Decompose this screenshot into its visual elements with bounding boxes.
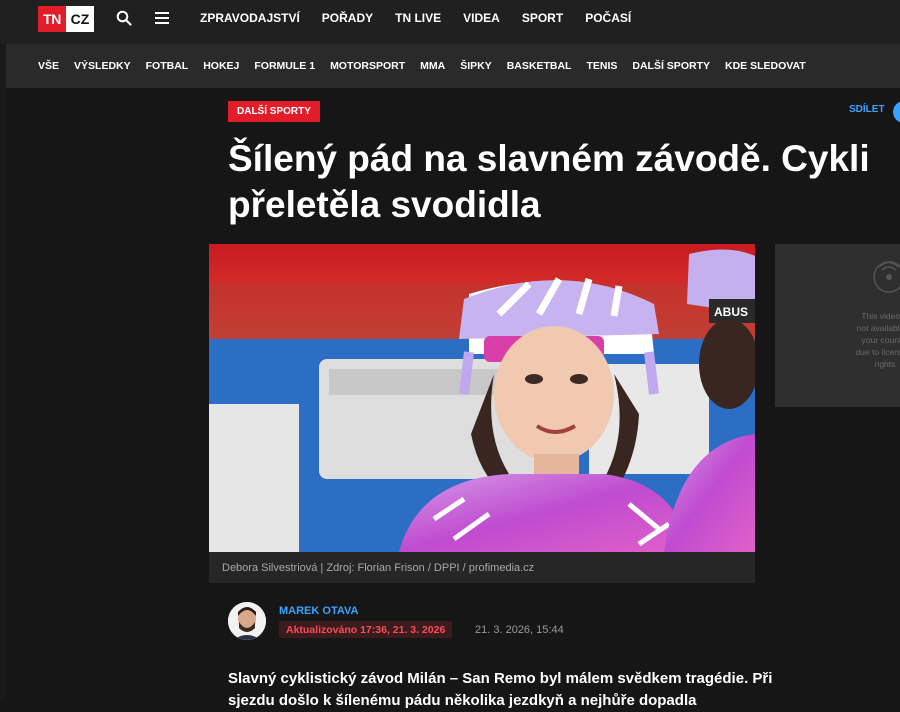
article-headline: Šílený pád na slavném závodě. Cykli přel… [228, 136, 900, 228]
broadcast-icon [873, 261, 900, 293]
avatar-illustration [228, 602, 266, 640]
category-bar: VŠE VÝSLEDKY FOTBAL HOKEJ FORMULE 1 MOTO… [0, 44, 900, 88]
nav-sport[interactable]: SPORT [522, 11, 563, 25]
nav-pocasi[interactable]: POČASÍ [585, 11, 631, 25]
category-item-kde-sledovat[interactable]: KDE SLEDOVAT [725, 60, 806, 72]
category-item-fotbal[interactable]: FOTBAL [146, 60, 189, 72]
menu-icon[interactable] [155, 12, 169, 24]
tn-logo[interactable]: TN CZ [38, 6, 94, 32]
updated-badge: Aktualizováno 17:36, 21. 3. 2026 [279, 621, 453, 638]
nav-videa[interactable]: VIDEA [463, 11, 500, 25]
category-item-formule-1[interactable]: FORMULE 1 [254, 60, 315, 72]
nav-porady[interactable]: POŘADY [322, 11, 373, 25]
category-item-sipky[interactable]: ŠIPKY [460, 60, 492, 72]
top-header: TN CZ ZPRAVODAJSTVÍ POŘADY TN LIVE VIDEA… [0, 0, 900, 44]
category-item-tenis[interactable]: TENIS [586, 60, 617, 72]
left-strip [0, 44, 6, 700]
logo-tn: TN [38, 6, 66, 32]
jersey-text: ABUS [714, 305, 748, 319]
article-photo[interactable]: ABUS [209, 244, 755, 552]
article-lead: Slavný cyklistický závod Milán – San Rem… [228, 670, 773, 709]
category-item-vse[interactable]: VŠE [38, 60, 59, 72]
author-name[interactable]: MAREK OTAVA [279, 605, 358, 617]
share-label[interactable]: SDÍLET [849, 104, 885, 115]
nav-zpravodajstvi[interactable]: ZPRAVODAJSTVÍ [200, 11, 300, 25]
publish-date: 21. 3. 2026, 15:44 [475, 624, 564, 636]
article-category-tag[interactable]: DALŠÍ SPORTY [228, 101, 320, 122]
headline-line-1: Šílený pád na slavném závodě. Cykli [228, 138, 870, 179]
main-nav: ZPRAVODAJSTVÍ POŘADY TN LIVE VIDEA SPORT… [200, 0, 631, 36]
category-nav: VŠE VÝSLEDKY FOTBAL HOKEJ FORMULE 1 MOTO… [38, 44, 806, 88]
share-button[interactable] [893, 101, 900, 123]
category-item-motorsport[interactable]: MOTORSPORT [330, 60, 405, 72]
cyclist-photo-illustration: ABUS [209, 244, 755, 552]
headline-line-2: přeletěla svodidla [228, 184, 541, 225]
category-item-mma[interactable]: MMA [420, 60, 445, 72]
nav-tn-live[interactable]: TN LIVE [395, 11, 441, 25]
video-unavailable-text: This video is not available in your coun… [855, 311, 900, 369]
author-avatar[interactable] [228, 602, 266, 640]
category-item-basketbal[interactable]: BASKETBAL [507, 60, 572, 72]
video-player[interactable]: This video is not available in your coun… [775, 244, 900, 407]
search-icon[interactable] [116, 10, 132, 26]
category-item-dalsi-sporty[interactable]: DALŠÍ SPORTY [632, 60, 710, 72]
category-item-vysledky[interactable]: VÝSLEDKY [74, 60, 131, 72]
category-item-hokej[interactable]: HOKEJ [203, 60, 239, 72]
photo-caption: Debora Silvestriová | Zdroj: Florian Fri… [209, 552, 755, 583]
logo-cz: CZ [66, 6, 94, 32]
